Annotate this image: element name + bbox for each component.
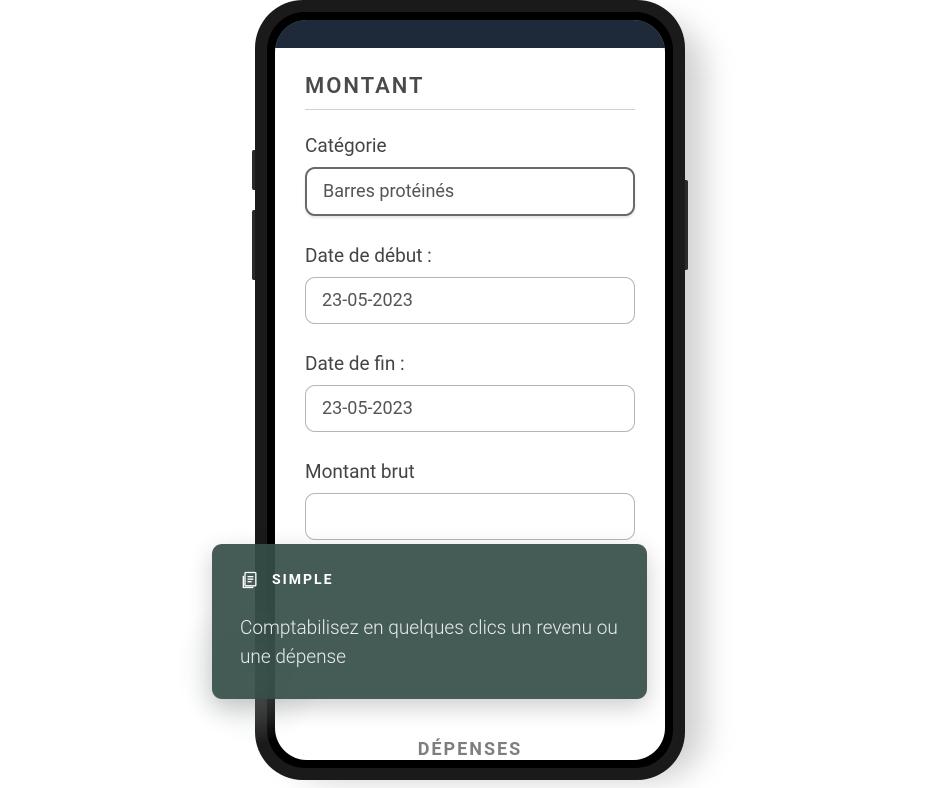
date-end-label: Date de fin : (305, 352, 635, 375)
feature-overlay-card: SIMPLE Comptabilisez en quelques clics u… (212, 544, 647, 699)
overlay-body: Comptabilisez en quelques clics un reven… (240, 614, 619, 671)
bottom-tab-label: DÉPENSES (418, 739, 523, 760)
category-input[interactable] (305, 167, 635, 216)
document-icon (240, 570, 260, 590)
bottom-tab[interactable]: DÉPENSES (275, 723, 665, 760)
overlay-badge: SIMPLE (272, 572, 333, 588)
status-bar (275, 20, 665, 48)
overlay-header: SIMPLE (240, 570, 619, 590)
form-content: MONTANT Catégorie Date de début : Date d… (275, 48, 665, 588)
divider (305, 109, 635, 110)
category-label: Catégorie (305, 134, 635, 157)
gross-amount-input[interactable] (305, 493, 635, 540)
date-start-input[interactable] (305, 277, 635, 324)
section-title: MONTANT (305, 74, 635, 99)
date-end-input[interactable] (305, 385, 635, 432)
gross-amount-label: Montant brut (305, 460, 635, 483)
date-start-label: Date de début : (305, 244, 635, 267)
